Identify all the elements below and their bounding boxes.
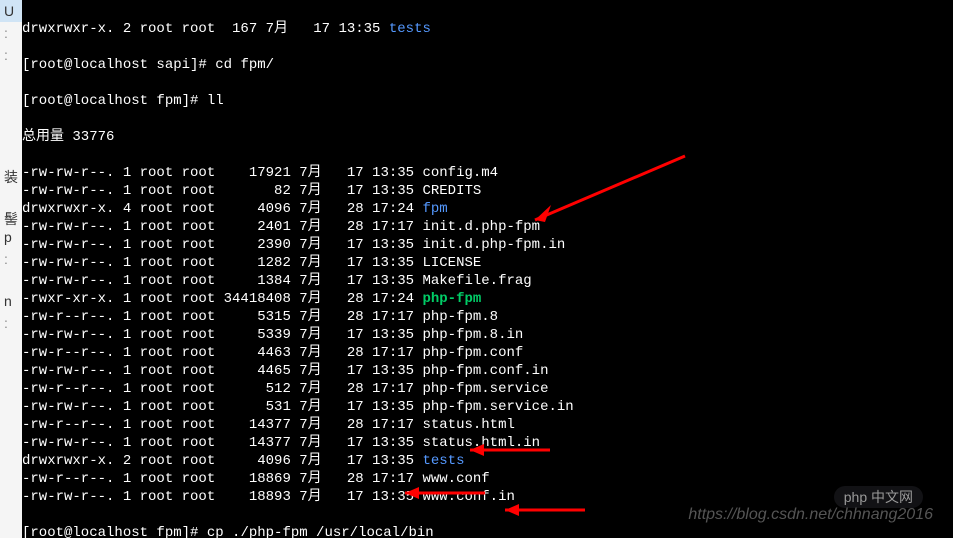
- perm: -rw-rw-r--. 1 root root 17921 7月 17 13:3…: [22, 165, 422, 181]
- sb-4: 髻p: [0, 208, 22, 248]
- file-init.d.php-fpm: init.d.php-fpm: [422, 219, 540, 235]
- ls-row: -rw-rw-r--. 1 root root 2390 7月 17 13:35…: [22, 236, 953, 254]
- perm: -rw-rw-r--. 1 root root 5339 7月 17 13:35: [22, 327, 422, 343]
- file-php-fpm.service.in: php-fpm.service.in: [422, 399, 573, 415]
- cmd-ll: ll: [207, 93, 224, 109]
- perm: -rw-rw-r--. 1 root root 18893 7月 17 13:3…: [22, 489, 422, 505]
- terminal[interactable]: drwxrwxr-x. 2 root root 167 7月 17 13:35 …: [22, 0, 953, 538]
- sb-1: :: [0, 22, 22, 44]
- ls-row: -rw-rw-r--. 1 root root 17921 7月 17 13:3…: [22, 164, 953, 182]
- perm: -rwxr-xr-x. 1 root root 34418408 7月 28 1…: [22, 291, 422, 307]
- prompt-line: [root@localhost sapi]# cd fpm/: [22, 56, 953, 74]
- perm: -rw-rw-r--. 1 root root 2390 7月 17 13:35: [22, 237, 422, 253]
- ls-row: -rw-rw-r--. 1 root root 2401 7月 28 17:17…: [22, 218, 953, 236]
- ls-row: -rw-rw-r--. 1 root root 4465 7月 17 13:35…: [22, 362, 953, 380]
- file-php-fpm.8.in: php-fpm.8.in: [422, 327, 523, 343]
- ls-row: -rw-rw-r--. 1 root root 1384 7月 17 13:35…: [22, 272, 953, 290]
- prompt-line: [root@localhost fpm]# ll: [22, 92, 953, 110]
- sb-6: n: [0, 290, 22, 312]
- perm: -rw-rw-r--. 1 root root 82 7月 17 13:35: [22, 183, 422, 199]
- ls-row: -rw-rw-r--. 1 root root 14377 7月 17 13:3…: [22, 434, 953, 452]
- sb-7: :: [0, 312, 22, 334]
- prompt: [root@localhost sapi]#: [22, 57, 215, 73]
- file-fpm: fpm: [422, 201, 447, 217]
- sb-2: :: [0, 44, 22, 66]
- perm: drwxrwxr-x. 4 root root 4096 7月 28 17:24: [22, 201, 422, 217]
- file-init.d.php-fpm.in: init.d.php-fpm.in: [422, 237, 565, 253]
- perm: -rw-rw-r--. 1 root root 2401 7月 28 17:17: [22, 219, 422, 235]
- ls-row: -rw-rw-r--. 1 root root 531 7月 17 13:35 …: [22, 398, 953, 416]
- sb-u: U: [0, 0, 22, 22]
- ls-row: -rw-rw-r--. 1 root root 82 7月 17 13:35 C…: [22, 182, 953, 200]
- prompt: [root@localhost fpm]#: [22, 525, 207, 538]
- sb-3: 装: [0, 166, 22, 188]
- ls-row: -rw-r--r--. 1 root root 14377 7月 28 17:1…: [22, 416, 953, 434]
- cmd-cp: cp ./php-fpm /usr/local/bin: [207, 525, 434, 538]
- perm: -rw-rw-r--. 1 root root 1282 7月 17 13:35: [22, 255, 422, 271]
- file-www.conf.in: www.conf.in: [422, 489, 514, 505]
- prompt-line: [root@localhost fpm]# cp ./php-fpm /usr/…: [22, 524, 953, 538]
- total-line: 总用量 33776: [22, 128, 953, 146]
- ls-row: -rw-rw-r--. 1 root root 18893 7月 17 13:3…: [22, 488, 953, 506]
- file-php-fpm.conf: php-fpm.conf: [422, 345, 523, 361]
- ls-row: drwxrwxr-x. 4 root root 4096 7月 28 17:24…: [22, 200, 953, 218]
- perm: drwxrwxr-x. 2 root root 4096 7月 17 13:35: [22, 453, 422, 469]
- perm: -rw-rw-r--. 1 root root 4465 7月 17 13:35: [22, 363, 422, 379]
- php-logo-watermark: php 中文网: [834, 486, 923, 508]
- perm: drwxrwxr-x. 2 root root 167 7月 17 13:35: [22, 21, 389, 37]
- ls-row: -rw-rw-r--. 1 root root 5339 7月 17 13:35…: [22, 326, 953, 344]
- perm: -rw-r--r--. 1 root root 14377 7月 28 17:1…: [22, 417, 422, 433]
- perm: -rw-r--r--. 1 root root 18869 7月 28 17:1…: [22, 471, 422, 487]
- file-config.m4: config.m4: [422, 165, 498, 181]
- file-tests: tests: [389, 21, 431, 37]
- perm: -rw-r--r--. 1 root root 5315 7月 28 17:17: [22, 309, 422, 325]
- file-php-fpm.service: php-fpm.service: [422, 381, 548, 397]
- file-LICENSE: LICENSE: [422, 255, 481, 271]
- ls-row: -rw-r--r--. 1 root root 5315 7月 28 17:17…: [22, 308, 953, 326]
- file-www.conf: www.conf: [422, 471, 489, 487]
- ls-row: -rwxr-xr-x. 1 root root 34418408 7月 28 1…: [22, 290, 953, 308]
- csdn-watermark: https://blog.csdn.net/chhnang2016: [688, 506, 933, 524]
- perm: -rw-rw-r--. 1 root root 531 7月 17 13:35: [22, 399, 422, 415]
- perm: -rw-rw-r--. 1 root root 14377 7月 17 13:3…: [22, 435, 422, 451]
- file-Makefile.frag: Makefile.frag: [422, 273, 531, 289]
- file-status.html: status.html: [422, 417, 514, 433]
- ls-row: drwxrwxr-x. 2 root root 167 7月 17 13:35 …: [22, 20, 953, 38]
- ls-row: -rw-r--r--. 1 root root 512 7月 28 17:17 …: [22, 380, 953, 398]
- ls-row: drwxrwxr-x. 2 root root 4096 7月 17 13:35…: [22, 452, 953, 470]
- cmd-cd: cd fpm/: [215, 57, 274, 73]
- prompt: [root@localhost fpm]#: [22, 93, 207, 109]
- file-CREDITS: CREDITS: [422, 183, 481, 199]
- perm: -rw-r--r--. 1 root root 512 7月 28 17:17: [22, 381, 422, 397]
- ls-row: -rw-r--r--. 1 root root 4463 7月 28 17:17…: [22, 344, 953, 362]
- file-status.html.in: status.html.in: [422, 435, 540, 451]
- perm: -rw-rw-r--. 1 root root 1384 7月 17 13:35: [22, 273, 422, 289]
- ls-row: -rw-r--r--. 1 root root 18869 7月 28 17:1…: [22, 470, 953, 488]
- file-php-fpm.8: php-fpm.8: [422, 309, 498, 325]
- perm: -rw-r--r--. 1 root root 4463 7月 28 17:17: [22, 345, 422, 361]
- sb-5: :: [0, 248, 22, 270]
- file-tests: tests: [422, 453, 464, 469]
- file-php-fpm: php-fpm: [422, 291, 481, 307]
- file-php-fpm.conf.in: php-fpm.conf.in: [422, 363, 548, 379]
- editor-sidebar: U : : 装 髻p : n :: [0, 0, 22, 538]
- ls-row: -rw-rw-r--. 1 root root 1282 7月 17 13:35…: [22, 254, 953, 272]
